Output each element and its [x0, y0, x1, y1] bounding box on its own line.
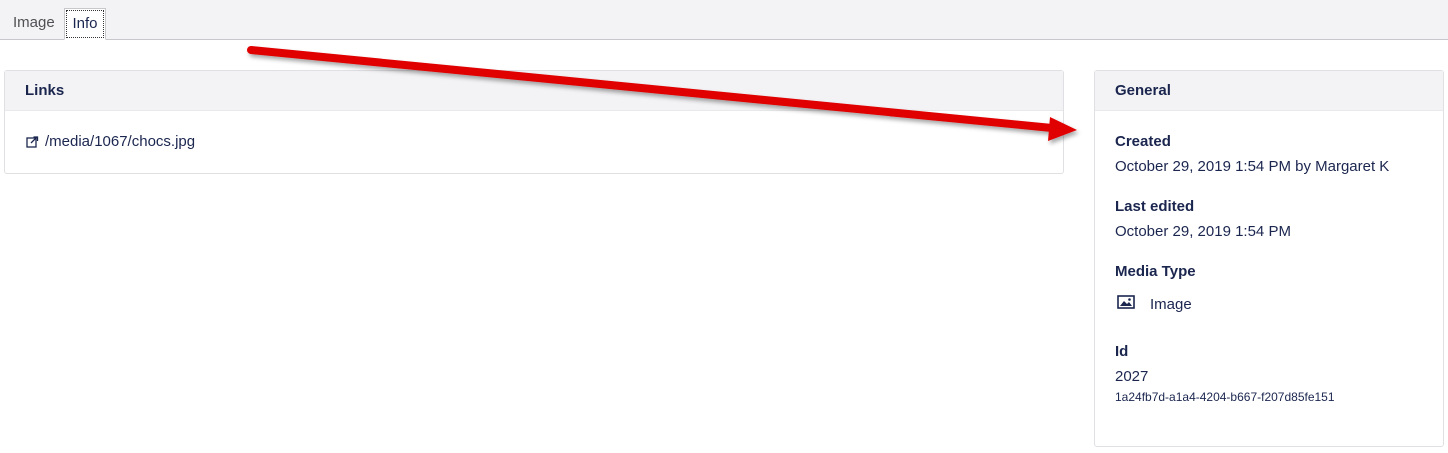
tab-bar: Image Info: [0, 0, 1448, 40]
media-type-label: Media Type: [1115, 263, 1196, 280]
id-value: 2027: [1115, 368, 1149, 385]
guid-value: 1a24fb7d-a1a4-4204-b667-f207d85fe151: [1115, 390, 1335, 404]
links-panel-title: Links: [5, 71, 1063, 111]
tab-image[interactable]: Image: [13, 8, 55, 38]
last-edited-label: Last edited: [1115, 198, 1195, 215]
last-edited-value: October 29, 2019 1:54 PM: [1115, 223, 1291, 240]
media-type-value: Image: [1150, 296, 1192, 313]
general-panel-title: General: [1095, 71, 1443, 111]
image-icon: [1117, 295, 1135, 309]
id-label: Id: [1115, 343, 1129, 360]
content-area: Links /media/1067/chocs.jpg General Crea…: [0, 40, 1448, 453]
media-link[interactable]: /media/1067/chocs.jpg: [26, 133, 195, 150]
created-value: October 29, 2019 1:54 PM by Margaret K: [1115, 158, 1390, 175]
external-link-icon: [26, 135, 39, 148]
media-link-text: /media/1067/chocs.jpg: [45, 133, 196, 150]
tab-info[interactable]: Info: [64, 8, 106, 40]
links-panel: Links /media/1067/chocs.jpg: [4, 70, 1064, 174]
general-panel: General Created October 29, 2019 1:54 PM…: [1094, 70, 1444, 447]
created-label: Created: [1115, 133, 1171, 150]
